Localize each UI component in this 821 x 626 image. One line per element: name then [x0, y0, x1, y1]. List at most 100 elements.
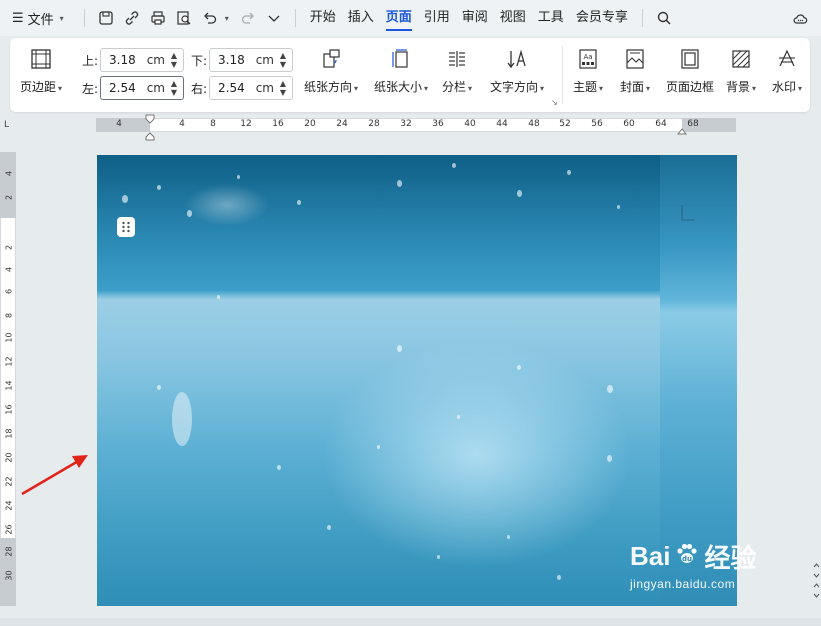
paper-size-icon: [386, 44, 416, 74]
bubble: [607, 455, 612, 462]
horizontal-ruler-tick-label: 68: [687, 119, 699, 129]
left-margin-input[interactable]: 2.54 cm ▲ ▼: [100, 76, 184, 100]
bubble: [377, 445, 380, 449]
link-icon[interactable]: [119, 5, 145, 31]
cover-button[interactable]: 封面 ▾: [620, 44, 650, 95]
vertical-ruler-tick-label: 26: [4, 524, 14, 535]
chevron-down-icon: ▾: [599, 84, 604, 93]
paper-size-label: 纸张大小: [374, 80, 423, 94]
right-margin-stepper[interactable]: ▲ ▼: [278, 78, 288, 98]
undo-icon[interactable]: [197, 5, 223, 31]
bubble: [172, 392, 192, 446]
chevron-down-icon: ▾: [424, 84, 429, 93]
chevron-down-icon: ▾: [468, 84, 473, 93]
tab-view[interactable]: 视图: [494, 0, 532, 36]
columns-icon: [442, 44, 472, 74]
theme-icon: Aa: [573, 44, 603, 74]
horizontal-ruler-tick-label: 40: [464, 119, 476, 129]
chevron-down-icon[interactable]: ▼: [278, 60, 288, 69]
horizontal-ruler-tick-label: 28: [368, 119, 380, 129]
left-margin-value: 2.54: [109, 81, 136, 95]
vertical-ruler-tick-label: 12: [4, 356, 14, 367]
left-margin-stepper[interactable]: ▲ ▼: [169, 78, 179, 98]
chevron-down-icon[interactable]: ▼: [169, 88, 179, 97]
top-margin-input[interactable]: 3.18 cm ▲ ▼: [100, 48, 184, 72]
page-border-button[interactable]: 页面边框: [666, 44, 714, 95]
left-margin-label: 左:: [82, 81, 99, 96]
bottom-margin-input[interactable]: 3.18 cm ▲ ▼: [209, 48, 293, 72]
chevron-up-icon[interactable]: ▲: [169, 79, 179, 88]
right-margin-unit: cm: [255, 81, 274, 95]
tab-page[interactable]: 页面: [380, 0, 418, 36]
horizontal-ruler-tick-label: 16: [272, 119, 284, 129]
tab-member[interactable]: 会员专享: [570, 0, 634, 36]
vertical-ruler-tick-label: 14: [4, 380, 14, 391]
page-ribbon: 页边距 ▾ 上: 3.18 cm ▲ ▼ 下: 3.18 cm ▲ ▼ 左: 2.54…: [10, 38, 810, 112]
bubble: [607, 385, 613, 393]
left-margin-field: 左: 2.54 cm ▲ ▼: [82, 76, 184, 100]
quick-access-chevron-icon[interactable]: [261, 5, 287, 31]
hamburger-icon: ☰: [12, 10, 24, 26]
search-icon[interactable]: [651, 5, 677, 31]
dialog-launcher-icon[interactable]: ↘: [551, 98, 558, 107]
text-direction-label: 文字方向: [490, 80, 539, 94]
text-direction-button[interactable]: 文字方向 ▾: [490, 44, 544, 95]
tab-insert[interactable]: 插入: [342, 0, 380, 36]
chevron-down-icon[interactable]: ▼: [278, 88, 288, 97]
layout-options-icon[interactable]: [117, 217, 135, 237]
chevron-up-icon[interactable]: ▲: [278, 51, 288, 60]
margin-corner-mark: [681, 205, 694, 221]
horizontal-ruler-tick-label: 12: [240, 119, 252, 129]
redo-icon[interactable]: [235, 5, 261, 31]
tab-tools[interactable]: 工具: [532, 0, 570, 36]
horizontal-scrollbar[interactable]: [0, 618, 821, 626]
bubble: [397, 345, 402, 352]
bottom-margin-field: 下: 3.18 cm ▲ ▼: [191, 48, 293, 72]
save-icon[interactable]: [93, 5, 119, 31]
orientation-button[interactable]: 纸张方向 ▾: [304, 44, 358, 95]
tab-review[interactable]: 审阅: [456, 0, 494, 36]
theme-button[interactable]: Aa 主题 ▾: [573, 44, 603, 95]
print-icon[interactable]: [145, 5, 171, 31]
chevron-up-icon[interactable]: ▲: [278, 79, 288, 88]
chevron-up-icon[interactable]: ▲: [169, 51, 179, 60]
print-preview-icon[interactable]: [171, 5, 197, 31]
vertical-ruler-tick-label: 4: [4, 266, 14, 273]
horizontal-ruler-tick-label: 56: [591, 119, 603, 129]
horizontal-ruler-tick-label: 52: [559, 119, 571, 129]
background-button[interactable]: 背景 ▾: [726, 44, 756, 95]
watermark-url: jingyan.baidu.com: [630, 577, 736, 591]
page-orientation-icon: [316, 44, 346, 74]
columns-button[interactable]: 分栏 ▾: [442, 44, 472, 95]
top-margin-stepper[interactable]: ▲ ▼: [169, 50, 179, 70]
indent-marker[interactable]: [145, 114, 155, 141]
undo-chevron-icon[interactable]: ▾: [225, 14, 229, 23]
file-menu[interactable]: ☰ 文件 ▾: [12, 9, 64, 28]
bubble: [217, 295, 220, 299]
cloud-icon[interactable]: [787, 6, 813, 32]
page-border-label: 页面边框: [666, 80, 715, 94]
watermark-icon: [772, 44, 802, 74]
ribbon-tabs: 开始 插入 页面 引用 审阅 视图 工具 会员专享: [304, 0, 677, 36]
underwater-background-image: [97, 155, 660, 606]
svg-text:du: du: [682, 555, 692, 563]
paper-size-button[interactable]: 纸张大小 ▾: [374, 44, 428, 95]
vertical-ruler-tick-label: 2: [4, 244, 14, 251]
margins-button[interactable]: 页边距 ▾: [20, 44, 62, 95]
horizontal-ruler[interactable]: [96, 118, 736, 132]
chevron-down-icon[interactable]: ▼: [169, 60, 179, 69]
svg-text:Aa: Aa: [583, 53, 592, 61]
right-indent-marker[interactable]: [676, 124, 688, 138]
bubble: [237, 175, 240, 179]
bottom-margin-stepper[interactable]: ▲ ▼: [278, 50, 288, 70]
vertical-scrollbar[interactable]: [812, 112, 821, 612]
bubble: [507, 535, 510, 539]
cover-label: 封面: [620, 80, 645, 94]
vertical-ruler-tick-label: 8: [4, 312, 14, 319]
tab-references[interactable]: 引用: [418, 0, 456, 36]
bubble: [457, 415, 460, 419]
watermark-button[interactable]: 水印 ▾: [772, 44, 802, 95]
tab-home[interactable]: 开始: [304, 0, 342, 36]
right-margin-input[interactable]: 2.54 cm ▲ ▼: [209, 76, 293, 100]
chevron-down-icon: ▾: [752, 84, 757, 93]
